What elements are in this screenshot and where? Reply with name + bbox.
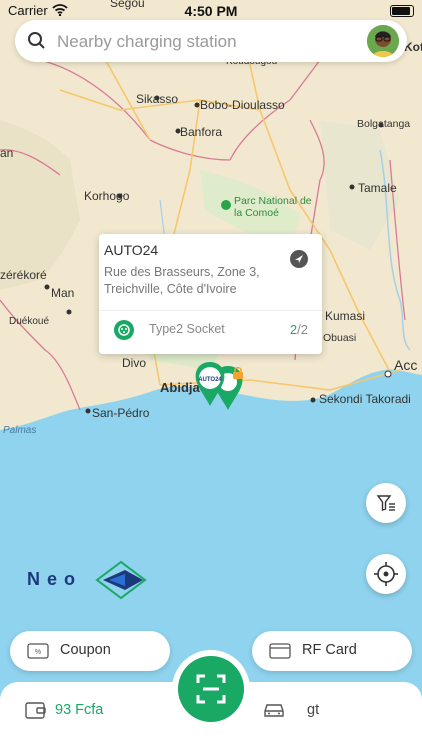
socket-icon — [114, 320, 134, 340]
scan-icon — [196, 674, 226, 704]
divider — [99, 310, 322, 311]
wallet-balance[interactable]: 93 Fcfa — [55, 702, 103, 718]
map-label: Man — [51, 286, 75, 300]
total-count: /2 — [297, 322, 308, 337]
avatar-icon — [367, 25, 399, 57]
map-label: Sikasso — [136, 92, 179, 106]
rf-card-button[interactable]: RF Card — [252, 631, 412, 671]
avatar[interactable] — [367, 25, 399, 57]
map-label: Divo — [122, 356, 147, 370]
battery-icon — [390, 5, 414, 17]
status-bar: Carrier 4:50 PM — [0, 0, 422, 22]
scan-button[interactable] — [178, 656, 244, 722]
map-label: Tamale — [358, 181, 397, 195]
station-card[interactable]: AUTO24 Rue des Brasseurs, Zone 3, Treich… — [99, 234, 322, 354]
socket-availability: 2/2 — [290, 322, 308, 337]
map-label: Bolgatanga — [357, 118, 411, 130]
socket-type: Type2 Socket — [149, 322, 225, 336]
logo-mark-icon — [95, 560, 147, 600]
map-label: Kumasi — [325, 309, 366, 323]
navigate-icon[interactable] — [290, 250, 308, 268]
coupon-button[interactable]: % Coupon — [10, 631, 170, 671]
map-label: Acc — [394, 357, 418, 373]
filter-button[interactable] — [366, 483, 406, 523]
search-icon — [28, 32, 45, 49]
map-label: Bobo-Dioulasso — [200, 98, 285, 112]
search-bar[interactable] — [15, 20, 407, 62]
map-label: Duékoué — [9, 316, 50, 327]
map-label: Parc National de la Comoé — [234, 195, 312, 219]
coupon-icon: % — [27, 643, 49, 659]
map-label: an — [0, 146, 14, 160]
map-label: Banfora — [180, 125, 223, 139]
rf-card-label: RF Card — [302, 642, 357, 658]
map-label: Korhogo — [84, 189, 130, 203]
lock-icon — [233, 367, 243, 379]
map-label: Sekondi Takoradi — [319, 392, 411, 406]
station-address: Rue des Brasseurs, Zone 3, Treichville, … — [104, 265, 260, 296]
search-input[interactable] — [55, 28, 359, 56]
logo-text: Neo — [27, 569, 83, 589]
svg-text:%: % — [35, 649, 41, 656]
clock: 4:50 PM — [184, 3, 238, 19]
card-icon — [269, 643, 291, 659]
locate-button[interactable] — [366, 554, 406, 594]
map-label: San-Pédro — [92, 406, 150, 420]
station-title: AUTO24 — [104, 242, 159, 258]
map-label: zérékoré — [0, 268, 47, 282]
locate-icon — [374, 562, 398, 586]
vehicle-label[interactable]: gt — [307, 702, 319, 718]
filter-icon — [376, 495, 395, 511]
brand-logo: Neo — [27, 560, 147, 600]
car-icon[interactable] — [262, 701, 286, 719]
map-label: Obuasi — [323, 332, 357, 344]
map-label: Palmas — [3, 425, 37, 436]
wallet-icon[interactable] — [25, 700, 47, 720]
coupon-label: Coupon — [60, 642, 111, 658]
svg-text:AUTO24: AUTO24 — [198, 377, 222, 383]
